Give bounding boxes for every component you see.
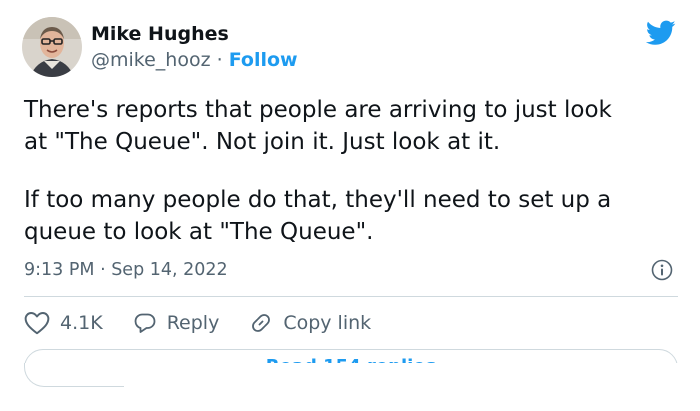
copy-link-label: Copy link — [283, 312, 372, 334]
author-handle[interactable]: @mike_hooz — [91, 49, 211, 71]
twitter-bird-icon[interactable] — [646, 20, 676, 46]
reply-label: Reply — [166, 312, 220, 334]
tweet-line: at "The Queue". Not join it. Just look a… — [24, 129, 501, 155]
info-icon[interactable] — [651, 259, 673, 281]
tweet-line: queue to look at "The Queue". — [24, 219, 374, 245]
tweet-timestamp[interactable]: 9:13 PM · Sep 14, 2022 — [24, 258, 228, 282]
heart-icon — [24, 312, 50, 335]
tweet-header: Mike Hughes @mike_hooz · Follow — [22, 16, 298, 78]
like-button[interactable]: 4.1K — [24, 311, 103, 335]
divider — [24, 296, 678, 297]
tweet-actions: 4.1K Reply Copy link — [24, 308, 401, 338]
follow-link[interactable]: Follow — [229, 49, 298, 71]
author-display-name[interactable]: Mike Hughes — [91, 21, 298, 47]
handle-separator: · — [210, 49, 229, 71]
tweet-line: If too many people do that, they'll need… — [24, 187, 612, 213]
tweet-text: There's reports that people are arriving… — [24, 94, 684, 248]
author-handle-line: @mike_hooz · Follow — [91, 47, 298, 73]
author-info: Mike Hughes @mike_hooz · Follow — [91, 21, 298, 73]
tweet-line: There's reports that people are arriving… — [24, 97, 612, 123]
read-replies-button-edge — [24, 363, 124, 387]
avatar-image — [22, 17, 82, 77]
tweet-embed-card: Mike Hughes @mike_hooz · Follow There's … — [0, 0, 700, 411]
reply-icon — [134, 313, 156, 333]
copy-link-button[interactable]: Copy link — [249, 311, 371, 335]
avatar[interactable] — [22, 17, 82, 77]
like-count: 4.1K — [60, 312, 103, 334]
reply-button[interactable]: Reply — [133, 311, 220, 335]
link-icon — [252, 314, 271, 332]
